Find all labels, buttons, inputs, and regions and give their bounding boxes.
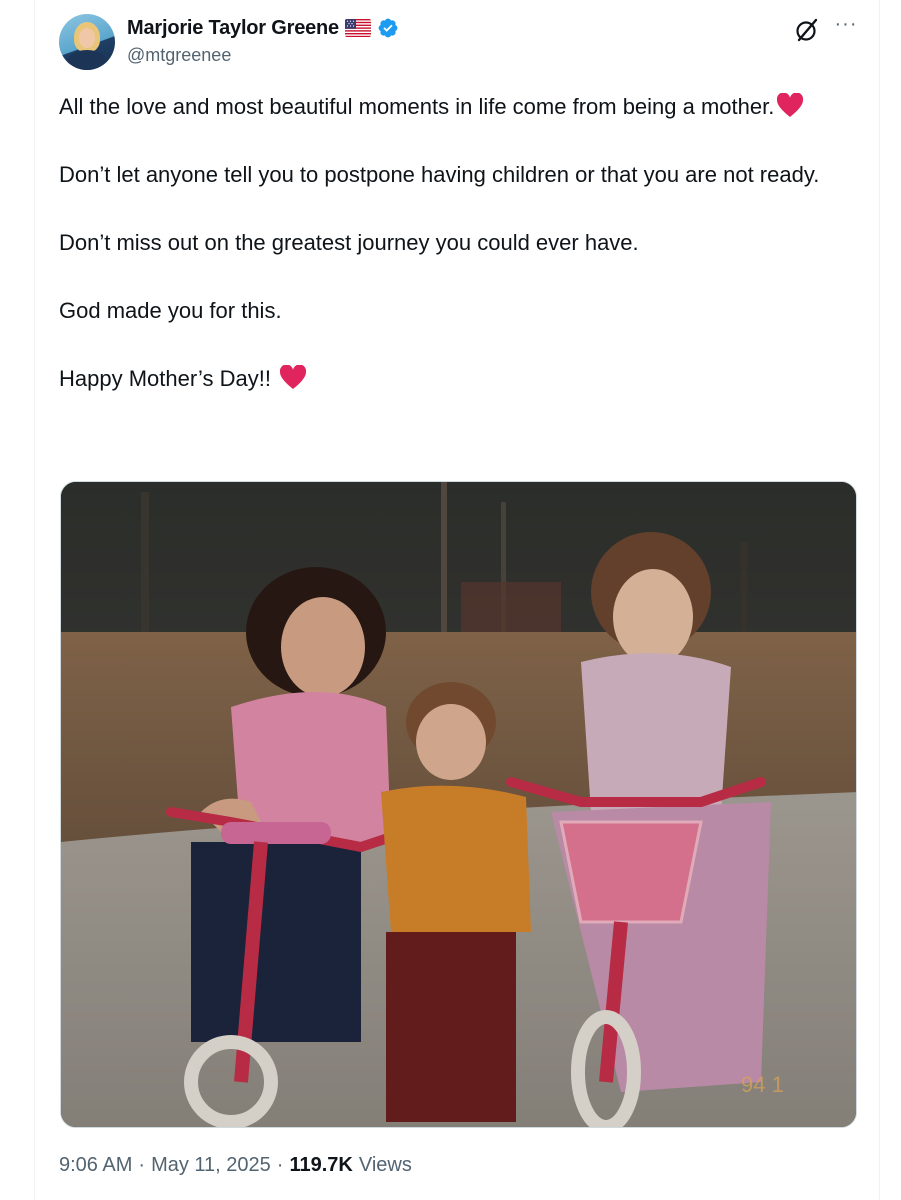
author-handle[interactable]: @mtgreenee [127,45,231,66]
tweet-paragraph: Happy Mother’s Day!! [59,362,859,396]
us-flag-icon [344,19,371,37]
views-count[interactable]: 119.7K [289,1154,352,1177]
avatar[interactable] [59,14,115,70]
separator: · [138,1154,146,1176]
photo-date-stamp: 94 1 [741,1072,784,1097]
author-name-row: Marjorie Taylor Greene [127,16,399,40]
separator: · [276,1154,284,1176]
grok-icon[interactable] [793,16,821,44]
views-label: Views [358,1154,412,1176]
tweet-paragraph: All the love and most beautiful moments … [59,90,859,124]
tweet-date[interactable]: May 11, 2025 [151,1154,271,1177]
author-display-name[interactable]: Marjorie Taylor Greene [127,17,339,40]
tweet-paragraph: Don’t let anyone tell you to postpone ha… [59,162,820,187]
tweet-paragraph: Don’t miss out on the greatest journey y… [59,230,639,255]
red-heart-icon [776,92,804,119]
tweet-time[interactable]: 9:06 AM [59,1154,132,1177]
verified-badge-icon[interactable] [377,17,399,39]
tweet-card: Marjorie Taylor Greene @mtgreenee ··· Al… [34,0,880,1200]
tweet-paragraph: God made you for this. [59,298,282,323]
more-options-icon[interactable]: ··· [833,14,859,40]
tweet-text: All the love and most beautiful moments … [59,90,859,396]
tweet-photo[interactable]: 94 1 [60,481,857,1128]
red-heart-icon [279,364,307,391]
tweet-metadata: 9:06 AM · May 11, 2025 · 119.7K Views [59,1154,412,1177]
